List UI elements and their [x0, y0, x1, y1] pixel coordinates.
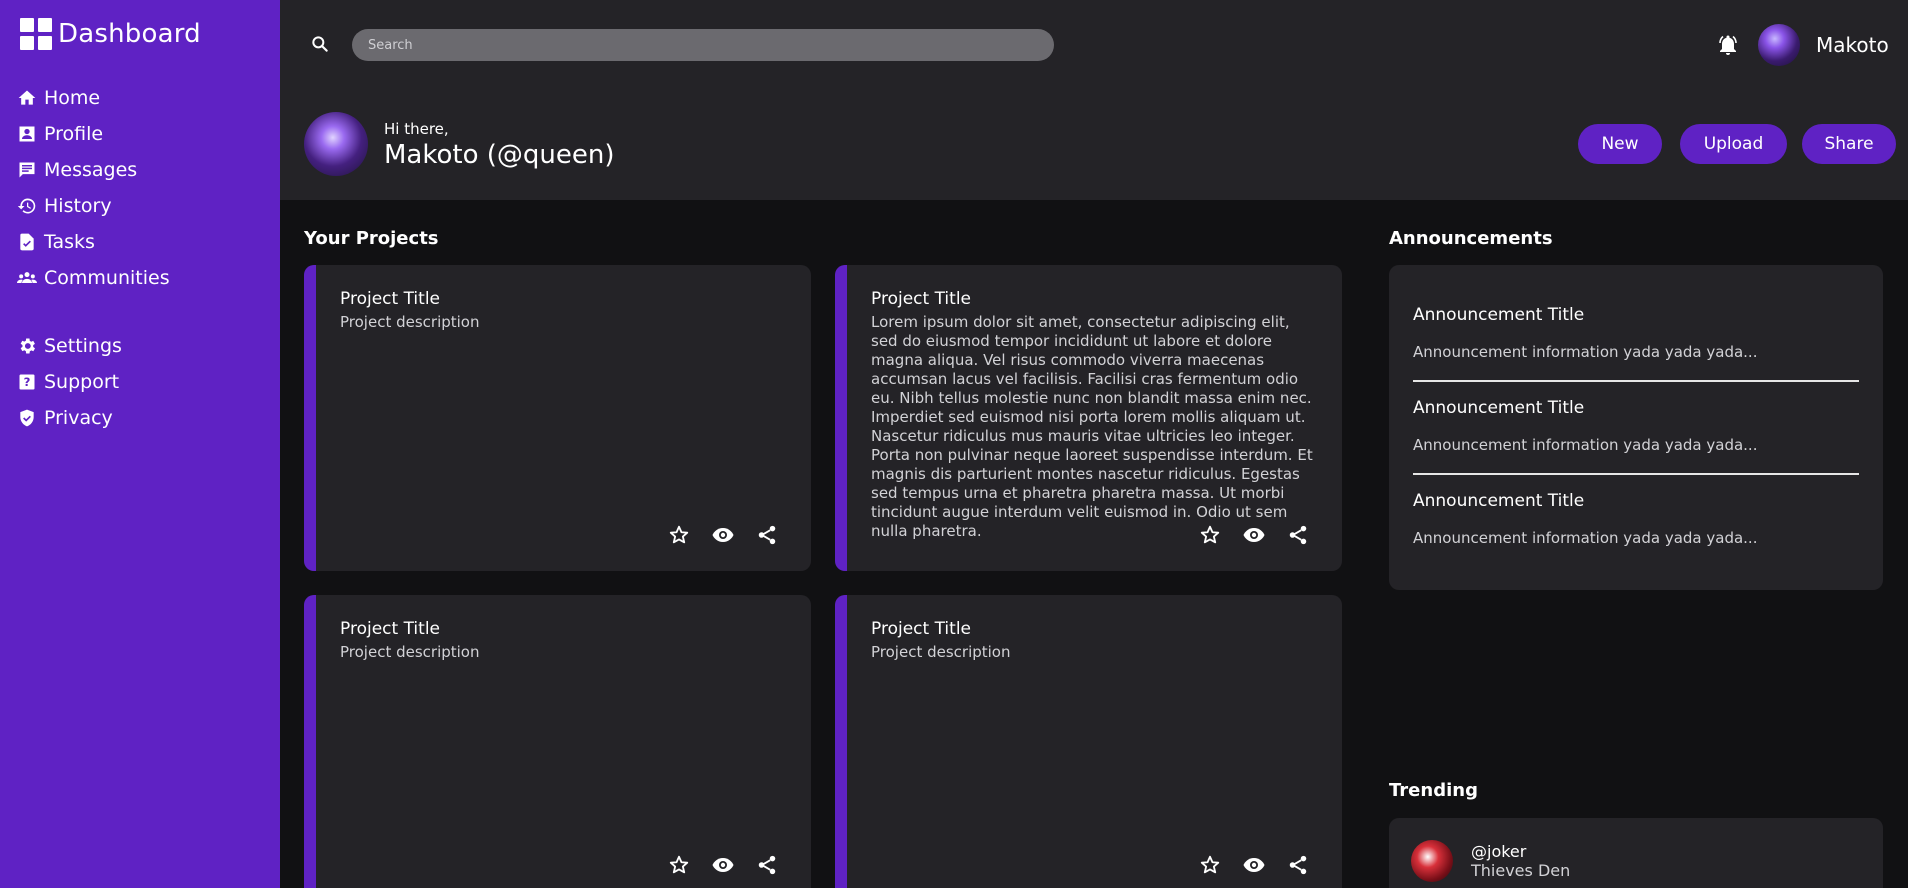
sidebar-item-label: Home: [44, 87, 101, 109]
top-bar: Makoto: [280, 0, 1908, 90]
project-title: Project Title: [871, 619, 971, 639]
profile-icon: [16, 123, 38, 145]
star-icon[interactable]: [1198, 853, 1222, 877]
project-actions: [1198, 853, 1310, 877]
divider: [1413, 473, 1859, 475]
sidebar-item-label: Support: [44, 371, 120, 393]
project-actions: [667, 853, 779, 877]
project-title: Project Title: [340, 619, 440, 639]
announcements-heading: Announcements: [1389, 228, 1553, 249]
search-input[interactable]: [352, 29, 1054, 61]
profile-header: Hi there, Makoto (@queen) New Upload Sha…: [280, 90, 1908, 200]
project-title: Project Title: [340, 289, 440, 309]
announcement-item[interactable]: Announcement Title Announcement informat…: [1413, 398, 1859, 454]
tasks-icon: [16, 231, 38, 253]
sidebar-item-label: Settings: [44, 335, 122, 357]
project-card[interactable]: Project Title Project description: [304, 265, 811, 571]
project-description: Project description: [340, 313, 480, 331]
sidebar-item-label: Communities: [44, 267, 170, 289]
card-accent-stripe: [835, 595, 847, 888]
dashboard-logo-icon: [20, 18, 52, 50]
sidebar-item-label: Privacy: [44, 407, 113, 429]
sidebar-item-label: Profile: [44, 123, 104, 145]
project-card[interactable]: Project Title Lorem ipsum dolor sit amet…: [835, 265, 1342, 571]
announcement-text: Announcement information yada yada yada.…: [1413, 343, 1758, 361]
card-accent-stripe: [304, 265, 316, 571]
project-title: Project Title: [871, 289, 971, 309]
sidebar-item-label: Tasks: [44, 231, 95, 253]
share-button[interactable]: Share: [1802, 124, 1896, 164]
announcements-panel: Announcement Title Announcement informat…: [1389, 265, 1883, 590]
sidebar-item-label: History: [44, 195, 112, 217]
help-icon: ?: [16, 371, 38, 393]
project-description: Lorem ipsum dolor sit amet, consectetur …: [871, 313, 1313, 540]
messages-icon: [16, 159, 38, 181]
communities-icon: [16, 267, 38, 289]
sidebar: Dashboard Home Profile Messages History: [0, 0, 280, 888]
shield-icon: [16, 407, 38, 429]
star-icon[interactable]: [667, 523, 691, 547]
eye-icon[interactable]: [711, 853, 735, 877]
notifications-bell-icon[interactable]: [1716, 33, 1740, 61]
share-icon[interactable]: [755, 523, 779, 547]
sidebar-item-support[interactable]: ? Support: [16, 364, 266, 400]
sidebar-item-profile[interactable]: Profile: [16, 116, 266, 152]
brand[interactable]: Dashboard: [20, 18, 201, 50]
project-card[interactable]: Project Title Project description: [835, 595, 1342, 888]
announcement-text: Announcement information yada yada yada.…: [1413, 436, 1758, 454]
trending-username[interactable]: @joker: [1471, 842, 1526, 861]
svg-text:?: ?: [24, 375, 31, 389]
eye-icon[interactable]: [1242, 523, 1266, 547]
trending-panel: @joker Thieves Den: [1389, 818, 1883, 888]
card-accent-stripe: [835, 265, 847, 571]
sidebar-nav: Home Profile Messages History Tasks Comm…: [16, 80, 266, 436]
announcement-title: Announcement Title: [1413, 398, 1585, 418]
top-username[interactable]: Makoto: [1816, 33, 1889, 57]
star-icon[interactable]: [1198, 523, 1222, 547]
project-description: Project description: [340, 643, 480, 661]
trending-heading: Trending: [1389, 780, 1478, 801]
trending-avatar[interactable]: [1411, 840, 1453, 882]
project-description: Project description: [871, 643, 1011, 661]
new-button[interactable]: New: [1578, 124, 1662, 164]
profile-avatar: [304, 112, 368, 176]
divider: [1413, 380, 1859, 382]
project-actions: [1198, 523, 1310, 547]
share-icon[interactable]: [755, 853, 779, 877]
projects-heading: Your Projects: [304, 228, 439, 249]
brand-title: Dashboard: [58, 19, 201, 49]
star-icon[interactable]: [667, 853, 691, 877]
sidebar-item-privacy[interactable]: Privacy: [16, 400, 266, 436]
greeting: Hi there,: [384, 120, 449, 138]
sidebar-item-messages[interactable]: Messages: [16, 152, 266, 188]
history-icon: [16, 195, 38, 217]
project-actions: [667, 523, 779, 547]
card-accent-stripe: [304, 595, 316, 888]
trending-subtitle: Thieves Den: [1471, 861, 1571, 880]
share-icon[interactable]: [1286, 853, 1310, 877]
sidebar-item-settings[interactable]: Settings: [16, 328, 266, 364]
eye-icon[interactable]: [1242, 853, 1266, 877]
sidebar-item-home[interactable]: Home: [16, 80, 266, 116]
announcement-item[interactable]: Announcement Title Announcement informat…: [1413, 305, 1859, 361]
home-icon: [16, 87, 38, 109]
gear-icon: [16, 335, 38, 357]
announcement-item[interactable]: Announcement Title Announcement informat…: [1413, 491, 1859, 547]
profile-name: Makoto (@queen): [384, 140, 615, 170]
announcement-title: Announcement Title: [1413, 305, 1585, 325]
project-card[interactable]: Project Title Project description: [304, 595, 811, 888]
user-avatar[interactable]: [1758, 24, 1800, 66]
announcement-text: Announcement information yada yada yada.…: [1413, 529, 1758, 547]
sidebar-item-label: Messages: [44, 159, 138, 181]
search-icon[interactable]: [310, 34, 330, 58]
sidebar-item-tasks[interactable]: Tasks: [16, 224, 266, 260]
eye-icon[interactable]: [711, 523, 735, 547]
sidebar-item-communities[interactable]: Communities: [16, 260, 266, 296]
upload-button[interactable]: Upload: [1680, 124, 1787, 164]
sidebar-item-history[interactable]: History: [16, 188, 266, 224]
share-icon[interactable]: [1286, 523, 1310, 547]
announcement-title: Announcement Title: [1413, 491, 1585, 511]
